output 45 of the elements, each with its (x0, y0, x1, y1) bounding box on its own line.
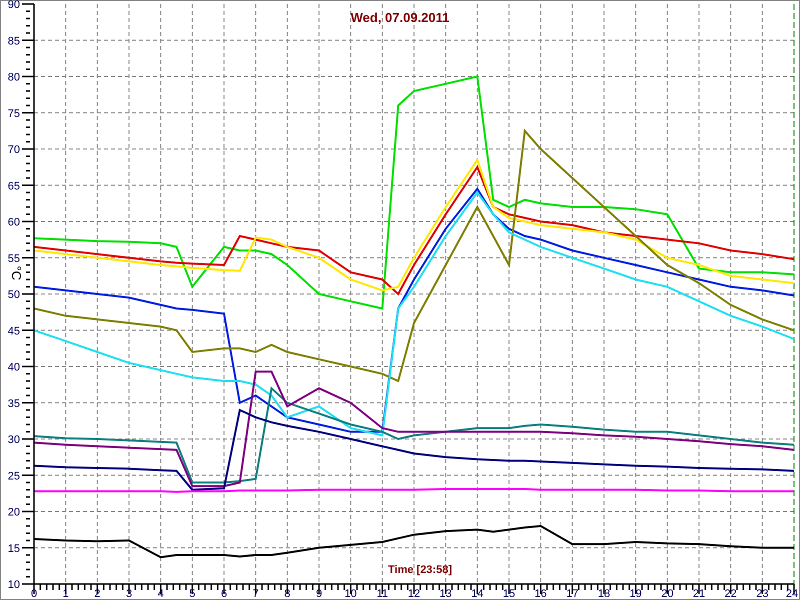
x-tick-label: 9 (316, 588, 322, 600)
y-tick-label: 60 (8, 216, 20, 228)
y-tick-label: 25 (8, 470, 20, 482)
x-tick-label: 1 (62, 588, 69, 600)
y-tick-label: 85 (8, 35, 20, 48)
x-tick-label: 5 (189, 588, 196, 600)
x-tick-label: 23 (756, 588, 768, 600)
chart-title: Wed, 07.09.2011 (350, 10, 450, 25)
x-axis-label: Time [23:58] (388, 564, 452, 576)
y-tick-label: 65 (8, 180, 20, 192)
y-tick-label: 55 (8, 252, 20, 265)
x-tick-label: 11 (376, 588, 388, 600)
y-tick-label: 10 (8, 579, 20, 591)
x-tick-label: 10 (344, 588, 357, 600)
x-tick-label: 21 (692, 588, 706, 600)
x-tick-label: 13 (440, 588, 452, 600)
x-tick-label: 4 (158, 588, 164, 600)
x-tick-label: 16 (534, 588, 547, 600)
y-tick-label: 75 (8, 108, 20, 120)
x-tick-label: 17 (566, 588, 578, 600)
y-tick-label: 30 (8, 434, 20, 446)
y-axis-label: °C (9, 266, 24, 280)
x-tick-label: 18 (598, 588, 610, 600)
y-tick-label: 50 (8, 289, 20, 301)
x-tick-label: 14 (471, 588, 484, 600)
x-tick-label: 20 (661, 588, 674, 600)
x-tick-label: 3 (126, 588, 132, 600)
x-tick-label: 15 (502, 588, 516, 600)
x-tick-label: 0 (30, 588, 38, 600)
y-tick-label: 20 (8, 506, 20, 518)
x-tick-label: 24 (786, 588, 798, 600)
x-tick-label: 19 (630, 588, 642, 600)
y-tick-label: 80 (8, 72, 20, 84)
x-tick-label: 7 (252, 588, 259, 600)
x-tick-label: 2 (94, 588, 100, 600)
x-tick-label: 6 (220, 588, 228, 600)
y-tick-label: 90 (8, 0, 20, 11)
y-tick-label: 45 (8, 325, 20, 338)
y-tick-label: 70 (8, 144, 20, 156)
x-tick-label: 22 (724, 588, 737, 600)
y-tick-label: 35 (8, 398, 20, 410)
x-tick-label: 8 (284, 588, 290, 600)
x-tick-label: 12 (408, 588, 420, 600)
y-tick-label: 15 (8, 542, 20, 555)
y-tick-label: 40 (8, 362, 20, 374)
